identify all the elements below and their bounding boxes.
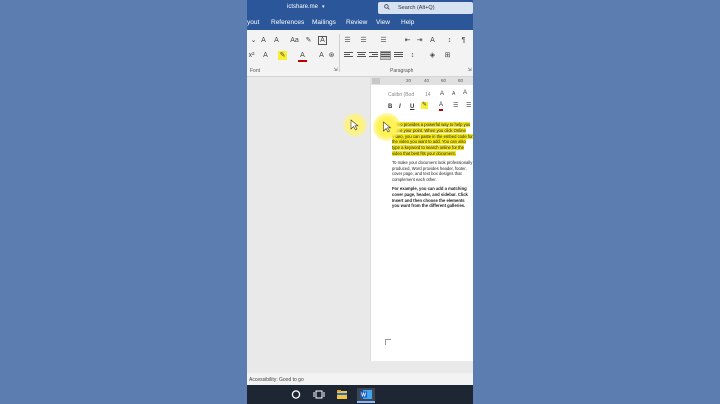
align-left-icon[interactable] [344,52,353,59]
clear-formatting-icon[interactable]: ✎ [304,36,313,45]
paragraph-dialog-launcher-icon[interactable]: ⇲ [465,66,473,75]
font-dialog-launcher-icon[interactable]: ⇲ [331,66,340,75]
accessibility-status[interactable]: Accessibility: Good to go [249,377,304,383]
tab-mailings[interactable]: Mailings [312,19,336,26]
cortana-icon[interactable] [289,388,303,401]
align-right-icon[interactable] [369,52,378,59]
enclose-character-icon[interactable]: ⊛ [327,51,336,60]
mini-bullets-icon[interactable]: ☰ [453,102,458,109]
font-color-icon[interactable]: A [298,51,307,62]
word-taskbar-icon[interactable]: W [357,388,375,403]
character-border-icon[interactable]: A [318,36,327,45]
document-canvas[interactable]: 20 40 60 80 Calibri (Bod 14 A A A B I U … [247,77,473,373]
ruler-mark: 60 [441,78,447,83]
ruler: 20 40 60 80 [370,77,473,85]
tab-review[interactable]: Review [346,19,367,26]
tab-help[interactable]: Help [401,19,414,26]
title-bar: ictshare.me ▾ Search (Alt+Q) [247,0,473,16]
character-shading-icon[interactable]: A [317,51,326,60]
mini-font-size[interactable]: 14 [425,92,431,98]
mini-underline-button[interactable]: U [410,104,414,110]
tab-view[interactable]: View [376,19,390,26]
mini-bold-button[interactable]: B [388,104,392,110]
mini-shrink-font-icon[interactable]: A [452,91,455,97]
ruler-tab-marker[interactable] [372,78,380,84]
highlight-color-icon[interactable]: ✎ [278,51,287,60]
pilcrow-icon[interactable]: ¶ [459,36,468,45]
ribbon-tabs: yout References Mailings Review View Hel… [247,16,473,30]
font-size-dropdown-icon[interactable]: ⌄ [249,36,258,45]
mini-highlight-icon[interactable]: ✎ [421,102,428,109]
search-box[interactable]: Search (Alt+Q) [378,2,473,14]
search-icon [384,4,390,10]
tab-references[interactable]: References [271,19,304,26]
tab-layout[interactable]: yout [247,19,259,26]
shrink-font-icon[interactable]: A [272,36,281,45]
mini-numbering-icon[interactable]: ☰ [466,102,471,109]
mini-font-color-icon[interactable]: A [439,102,444,111]
borders-icon[interactable]: ⊞ [443,51,452,60]
increase-indent-icon[interactable]: ⇥ [415,36,424,45]
justify-icon[interactable] [380,51,391,60]
cursor-highlight [343,113,367,137]
mini-styles-icon[interactable]: A [463,90,467,96]
document-body[interactable]: Video provides a powerful way to help yo… [392,122,473,212]
bullets-icon[interactable]: ☰ [343,36,352,45]
font-group-label: Font [250,68,261,74]
grow-font-icon[interactable]: A [259,36,268,45]
text-effects-icon[interactable]: A [261,51,270,60]
mini-font-name[interactable]: Calibri (Bod [388,92,414,98]
ruler-mark: 40 [424,78,430,83]
status-bar: Accessibility: Good to go [247,373,473,385]
ruler-mark: 80 [458,78,464,83]
decrease-indent-icon[interactable]: ⇤ [403,36,412,45]
word-window: ictshare.me ▾ Search (Alt+Q) yout Referen… [247,0,473,404]
svg-text:W: W [361,393,366,399]
taskbar: W [247,385,473,404]
paragraph-group-label: Paragraph [390,68,414,74]
mouse-pointer-highlight [373,113,401,141]
mini-grow-font-icon[interactable]: A [440,91,444,97]
change-case-icon[interactable]: Aa [290,36,299,45]
line-spacing-icon[interactable]: ↕ [408,51,417,60]
superscript-icon[interactable]: x² [247,51,256,60]
search-placeholder: Search (Alt+Q) [398,5,435,11]
chinese-layout-icon[interactable]: A [428,36,437,45]
ruler-mark: 20 [406,78,412,83]
highlighted-paragraph[interactable]: Video provides a powerful way to help yo… [392,122,473,156]
document-title[interactable]: ictshare.me ▾ [287,4,325,10]
paragraph[interactable]: To make your document look professionall… [392,160,473,183]
ribbon: ⌄ A A Aa ✎ A x² A ✎ A A ⊛ ☰ ☰ ☰ ⇤ ⇥ A ↕ … [247,30,473,77]
numbering-icon[interactable]: ☰ [359,36,368,45]
file-explorer-icon[interactable] [335,388,349,401]
multilevel-list-icon[interactable]: ☰ [379,36,388,45]
paragraph[interactable]: For example, you can add a matching cove… [392,186,473,209]
align-center-icon[interactable] [357,52,366,59]
sort-icon[interactable]: ↕ [445,36,454,45]
cursor-icon [350,119,359,131]
page-corner-mark [385,339,391,345]
chevron-down-icon: ▾ [322,4,325,10]
distributed-icon[interactable] [394,52,403,59]
shading-icon[interactable]: ◈ [428,51,437,60]
task-view-icon[interactable] [312,388,326,401]
mini-italic-button[interactable]: I [399,104,401,110]
cursor-icon [383,121,392,133]
